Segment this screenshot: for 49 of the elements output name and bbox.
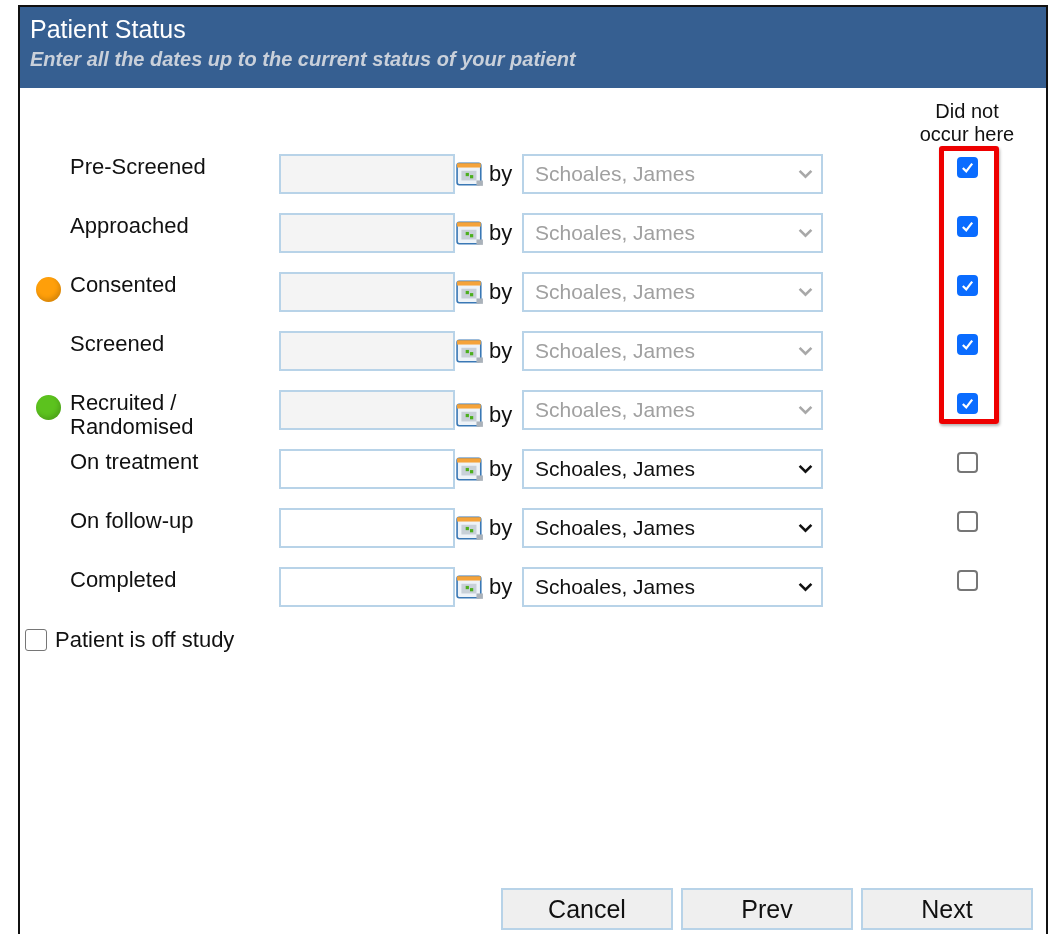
by-label: by	[489, 456, 514, 482]
chevron-icon	[798, 405, 813, 415]
calendar-icon[interactable]	[456, 515, 484, 541]
cancel-button[interactable]: Cancel	[501, 888, 673, 930]
prev-button[interactable]: Prev	[681, 888, 853, 930]
calendar-icon[interactable]	[456, 279, 484, 305]
by-label: by	[489, 338, 514, 364]
status-label: Approached	[70, 213, 190, 238]
chevron-icon	[798, 228, 813, 238]
did-not-occur-checkbox[interactable]	[956, 452, 978, 473]
staff-dropdown[interactable]: Schoales, James	[522, 449, 823, 489]
chevron-icon	[798, 287, 813, 297]
did-not-occur-checkbox[interactable]	[956, 511, 978, 532]
date-field[interactable]	[279, 449, 455, 489]
staff-dropdown[interactable]: Schoales, James	[522, 567, 823, 607]
by-label: by	[489, 401, 514, 428]
did-not-occur-checkbox[interactable]	[956, 570, 978, 591]
by-label: by	[489, 515, 514, 541]
chevron-icon	[798, 169, 813, 179]
column-heading: Did not occur here	[918, 100, 1016, 146]
off-study-label: Patient is off study	[55, 627, 235, 653]
calendar-icon[interactable]	[456, 456, 484, 482]
status-label: Consented	[70, 272, 178, 297]
staff-dropdown[interactable]: Schoales, James	[522, 508, 823, 548]
dialog-title: Patient Status	[30, 14, 187, 45]
next-button[interactable]: Next	[861, 888, 1033, 930]
status-label: On follow-up	[70, 508, 195, 533]
by-label: by	[489, 574, 514, 600]
chevron-icon	[798, 464, 813, 474]
calendar-icon[interactable]	[456, 401, 484, 428]
by-label: by	[489, 279, 514, 305]
status-label: Screened	[70, 331, 166, 356]
status-label: Recruited / Randomised	[70, 390, 195, 439]
date-field[interactable]	[279, 508, 455, 548]
by-label: by	[489, 161, 514, 187]
off-study-checkbox[interactable]	[25, 629, 47, 651]
calendar-icon[interactable]	[456, 338, 484, 364]
chevron-icon	[798, 346, 813, 356]
dialog-subtitle: Enter all the dates up to the current status of your patient	[30, 47, 578, 72]
chevron-icon	[798, 582, 813, 592]
status-label: Completed	[70, 567, 178, 592]
date-field[interactable]	[279, 567, 455, 607]
status-label: On treatment	[70, 449, 200, 474]
calendar-icon[interactable]	[456, 220, 484, 246]
calendar-icon[interactable]	[456, 161, 484, 187]
calendar-icon[interactable]	[456, 574, 484, 600]
by-label: by	[489, 220, 514, 246]
status-label: Pre-Screened	[70, 154, 207, 179]
chevron-icon	[798, 523, 813, 533]
